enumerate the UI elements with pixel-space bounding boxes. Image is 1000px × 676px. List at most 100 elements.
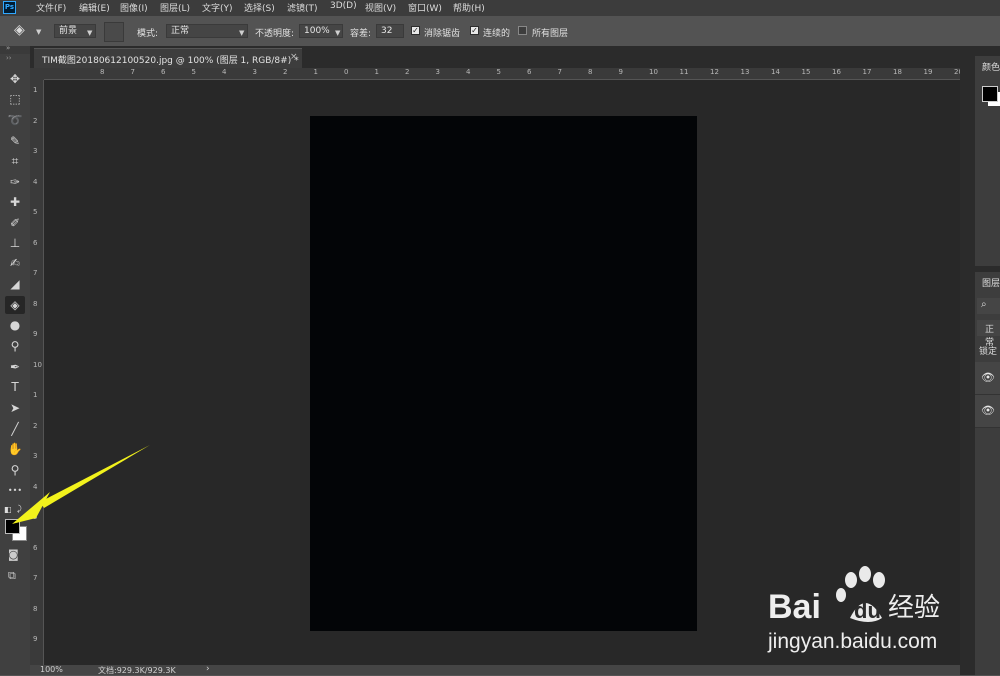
ruler-horizontal[interactable]: 8765432101234567891011121314151617181920…	[44, 68, 960, 80]
ruler-tick-label: 13	[740, 68, 750, 76]
lasso-tool-icon[interactable]: ➰	[5, 111, 25, 129]
document-canvas[interactable]	[310, 116, 697, 631]
pen-tool-icon[interactable]: ✒	[5, 358, 25, 376]
layers-blend-mode-select[interactable]: 正常	[977, 320, 1000, 348]
ruler-tick-label: 5	[33, 208, 38, 216]
stamp-tool-icon[interactable]: ⊥	[5, 234, 25, 252]
ruler-tick-label: 3	[435, 68, 440, 76]
healing-tool-icon[interactable]: ✚	[5, 193, 25, 211]
contiguous-checkbox[interactable]: ✓	[470, 26, 479, 35]
all-layers-label: 所有图层	[532, 29, 569, 39]
ruler-tick-label: 5	[191, 68, 196, 76]
status-menu-arrow-icon[interactable]: ›	[206, 664, 210, 674]
mode-label: 模式:	[137, 29, 159, 39]
collapse-arrows-icon[interactable]: »	[6, 44, 10, 52]
quick-mask-icon[interactable]: ◙	[8, 548, 19, 561]
opacity-input[interactable]: 100% ▼	[299, 24, 343, 38]
ruler-tick-label: 4	[33, 177, 38, 186]
ruler-tick-label: 7	[33, 269, 38, 277]
layer-row[interactable]: 👁	[975, 362, 1000, 395]
close-icon[interactable]: ×	[290, 52, 298, 62]
ruler-tick-label: 6	[33, 543, 38, 552]
line-tool-icon[interactable]: ╱	[5, 420, 25, 438]
eyedropper-tool-icon[interactable]: ✑	[5, 173, 25, 191]
menu-3d[interactable]: 3D(D)	[330, 1, 357, 11]
ruler-tick-label: 8	[100, 68, 105, 76]
ruler-tick-label: 4	[466, 68, 471, 76]
document-size: 文档:929.3K/929.3K	[98, 666, 176, 675]
ruler-tick-label: 1	[33, 391, 38, 399]
color-panel: 颜色	[975, 56, 1000, 266]
paint-bucket-tool-icon[interactable]: ◈	[5, 296, 25, 314]
color-panel-title[interactable]: 颜色	[982, 60, 1000, 73]
layer-row[interactable]: 👁	[975, 395, 1000, 428]
ruler-tick-label: 0	[344, 68, 349, 76]
zoom-level[interactable]: 100%	[40, 665, 63, 674]
ruler-tick-label: 11	[679, 68, 689, 76]
photoshop-logo-icon[interactable]: Ps	[3, 1, 16, 14]
ruler-vertical[interactable]: 123456789101234567891	[30, 80, 44, 665]
document-tab[interactable]: TIM截图20180612100520.jpg @ 100% (图层 1, RG…	[34, 48, 302, 68]
ruler-tick-label: 5	[496, 68, 501, 76]
menu-image[interactable]: 图像(I)	[120, 1, 148, 14]
eraser-tool-icon[interactable]: ◢	[5, 275, 25, 293]
ruler-tick-label: 4	[222, 68, 227, 76]
chevron-down-icon: ▼	[335, 29, 341, 37]
visibility-eye-icon[interactable]: 👁	[981, 404, 995, 417]
ruler-tick-label: 9	[33, 635, 38, 643]
menu-bar: Ps 文件(F) 编辑(E) 图像(I) 图层(L) 文字(Y) 选择(S) 滤…	[0, 0, 1000, 16]
menu-file[interactable]: 文件(F)	[36, 1, 66, 14]
dodge-tool-icon[interactable]: ⚲	[5, 337, 25, 355]
toolbar-grip-icon[interactable]: ››	[6, 54, 12, 62]
tolerance-input[interactable]: 32	[376, 24, 404, 38]
menu-edit[interactable]: 编辑(E)	[79, 1, 110, 14]
type-tool-icon[interactable]: T	[5, 378, 25, 396]
history-brush-tool-icon[interactable]: ✍	[5, 254, 25, 272]
menu-filter[interactable]: 滤镜(T)	[287, 1, 318, 14]
ruler-tick-label: 10	[33, 360, 42, 369]
antialias-checkbox[interactable]: ✓	[411, 26, 420, 35]
watermark-product: 经验	[888, 593, 940, 623]
fill-source-select[interactable]: 前景 ▼	[54, 24, 96, 38]
watermark-url: jingyan.baidu.com	[767, 630, 937, 653]
tool-preset-chevron-down-icon[interactable]: ▼	[36, 28, 41, 36]
pattern-picker[interactable]	[104, 22, 124, 42]
ruler-tick-label: 7	[557, 68, 562, 76]
menu-type[interactable]: 文字(Y)	[202, 1, 233, 14]
brush-tool-icon[interactable]: ✐	[5, 214, 25, 232]
ruler-tick-label: 2	[405, 68, 410, 76]
mode-select[interactable]: 正常 ▼	[166, 24, 248, 38]
crop-tool-icon[interactable]: ⌗	[5, 152, 25, 170]
menu-help[interactable]: 帮助(H)	[453, 1, 485, 14]
yellow-annotation-arrow	[12, 445, 150, 524]
move-tool-icon[interactable]: ✥	[5, 70, 25, 88]
layers-panel-title[interactable]: 图层	[982, 276, 1000, 289]
ruler-tick-label: 8	[588, 68, 593, 76]
antialias-label: 消除锯齿	[424, 29, 461, 39]
fill-source-value: 前景	[59, 26, 78, 36]
ruler-tick-label: 2	[33, 116, 38, 125]
chevron-down-icon: ▼	[87, 29, 93, 37]
chevron-down-icon: ▼	[239, 29, 245, 37]
ruler-tick-label: 12	[710, 68, 719, 76]
watermark-brand: Bai	[768, 588, 821, 626]
all-layers-checkbox[interactable]	[518, 26, 527, 35]
blur-tool-icon[interactable]: ●	[5, 316, 25, 334]
menu-view[interactable]: 视图(V)	[365, 1, 396, 14]
menu-select[interactable]: 选择(S)	[244, 1, 275, 14]
panel-foreground-swatch[interactable]	[982, 86, 998, 102]
paint-bucket-preset-icon[interactable]: ◈	[14, 22, 25, 38]
ruler-tick-label: 3	[252, 68, 257, 76]
path-select-tool-icon[interactable]: ➤	[5, 399, 25, 417]
menu-layer[interactable]: 图层(L)	[160, 1, 190, 14]
ruler-tick-label: 19	[923, 68, 933, 76]
menu-window[interactable]: 窗口(W)	[408, 1, 442, 14]
ruler-tick-label: 14	[771, 68, 780, 76]
contiguous-label: 连续的	[483, 29, 511, 39]
screen-mode-icon[interactable]: ⧉	[8, 569, 16, 583]
quick-select-tool-icon[interactable]: ✎	[5, 132, 25, 150]
marquee-tool-icon[interactable]: ⬚	[5, 90, 25, 108]
layers-filter-field[interactable]: ⌕	[977, 298, 1000, 314]
ruler-tick-label: 15	[801, 68, 811, 76]
visibility-eye-icon[interactable]: 👁	[981, 371, 995, 384]
